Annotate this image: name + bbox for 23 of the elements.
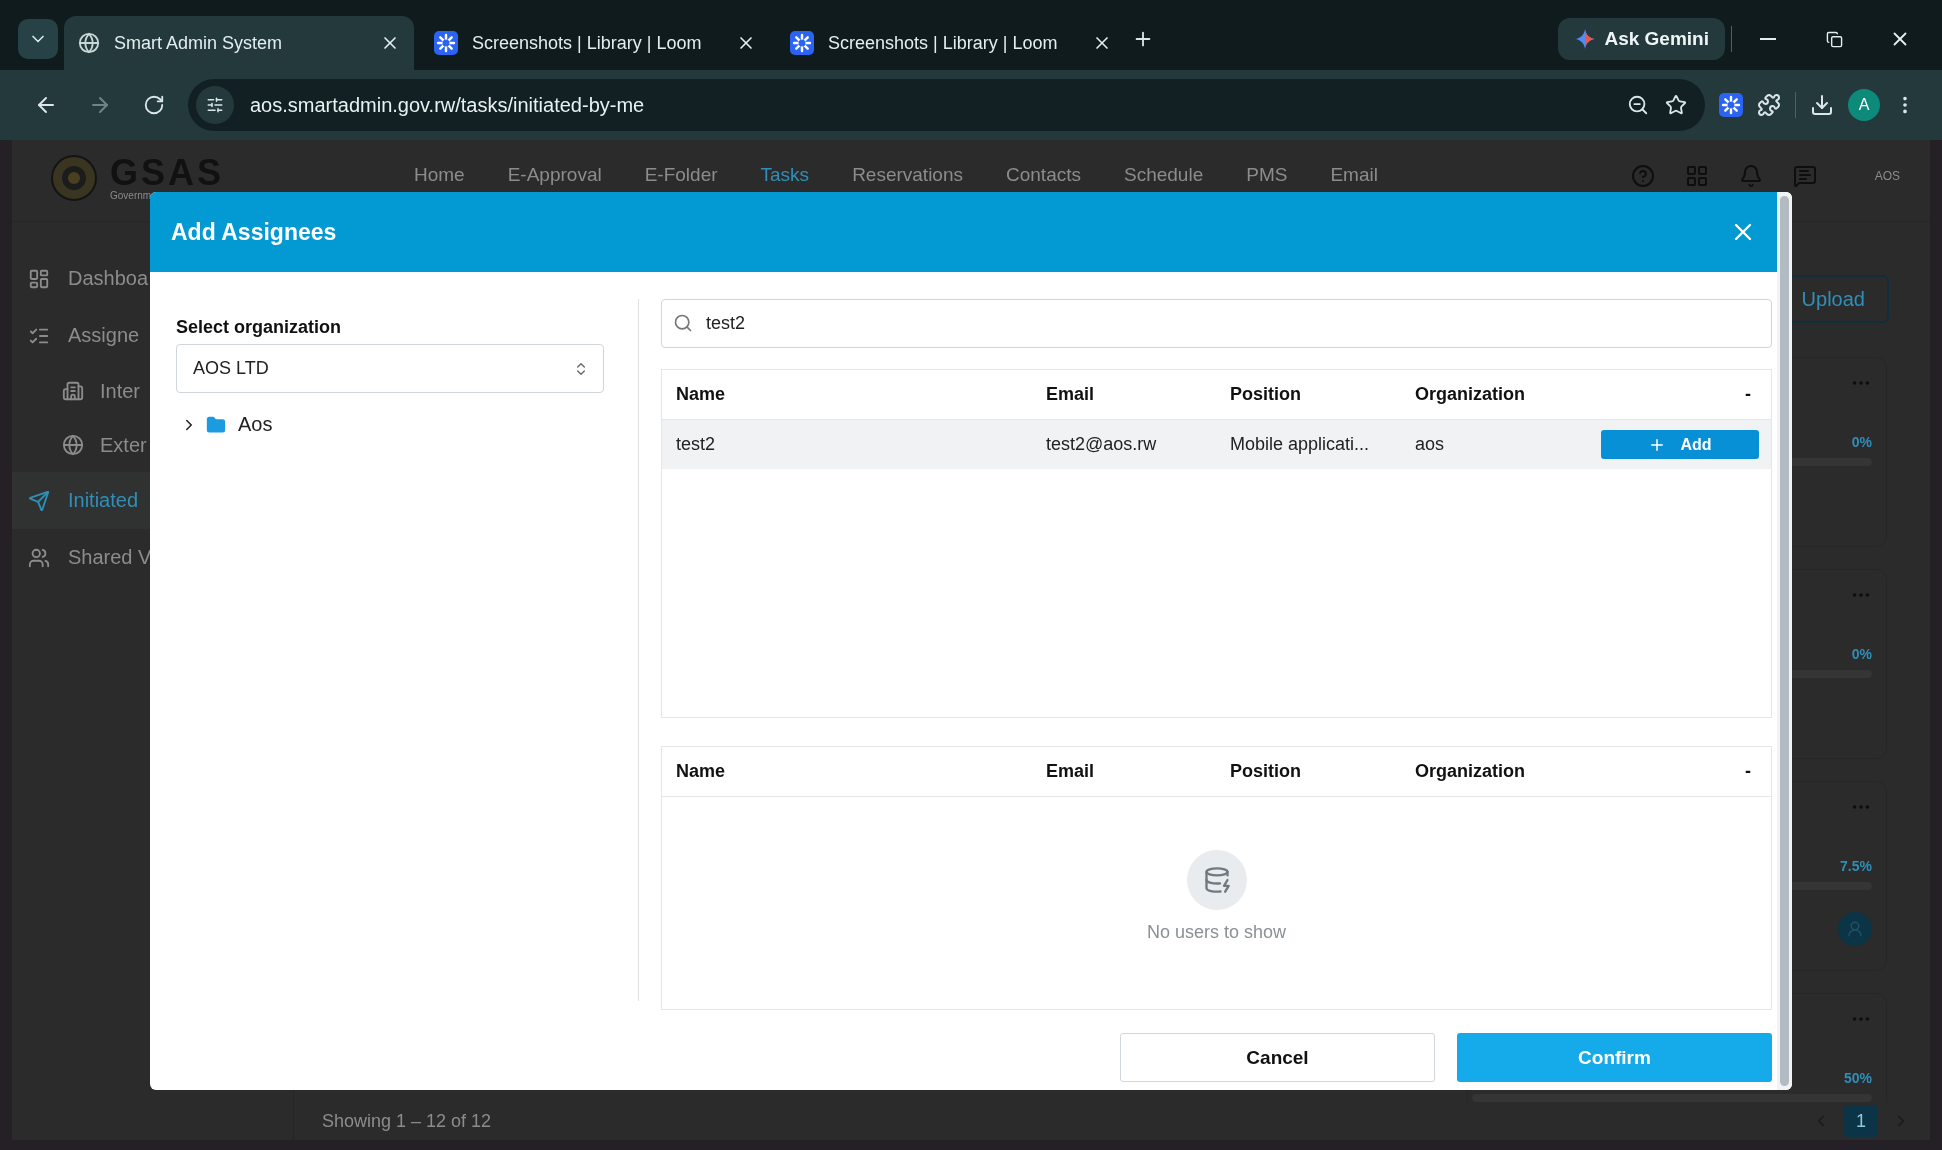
column-header: Name [676, 384, 726, 405]
progress-percent: 0% [1851, 646, 1872, 662]
pagination-summary: Showing 1 – 12 of 12 [322, 1110, 492, 1132]
column-header: - [1745, 384, 1752, 405]
column-header: Email [1046, 761, 1095, 782]
progress-percent: 7.5% [1840, 858, 1872, 874]
column-header: - [1745, 761, 1752, 782]
table-cell-text: test2 [676, 434, 717, 455]
progress-percent: 50% [1843, 1070, 1872, 1086]
column-header: Position [1230, 761, 1301, 782]
field-label: Select organization [176, 317, 343, 338]
dialog-title: Add Assignees [171, 218, 337, 246]
logo-subtitle: Governm [110, 191, 153, 201]
column-header: Name [676, 761, 726, 782]
column-header: Position [1230, 384, 1301, 405]
table-cell-text: aos [1415, 434, 1446, 455]
table-cell-text: test2@aos.rw [1046, 434, 1158, 455]
empty-message: No users to show [1146, 921, 1287, 943]
column-header: Organization [1415, 384, 1525, 405]
progress-percent: 0% [1851, 434, 1872, 450]
column-header: Email [1046, 384, 1095, 405]
table-cell-text: Mobile applicati... [1230, 434, 1371, 455]
column-header: Organization [1415, 761, 1525, 782]
